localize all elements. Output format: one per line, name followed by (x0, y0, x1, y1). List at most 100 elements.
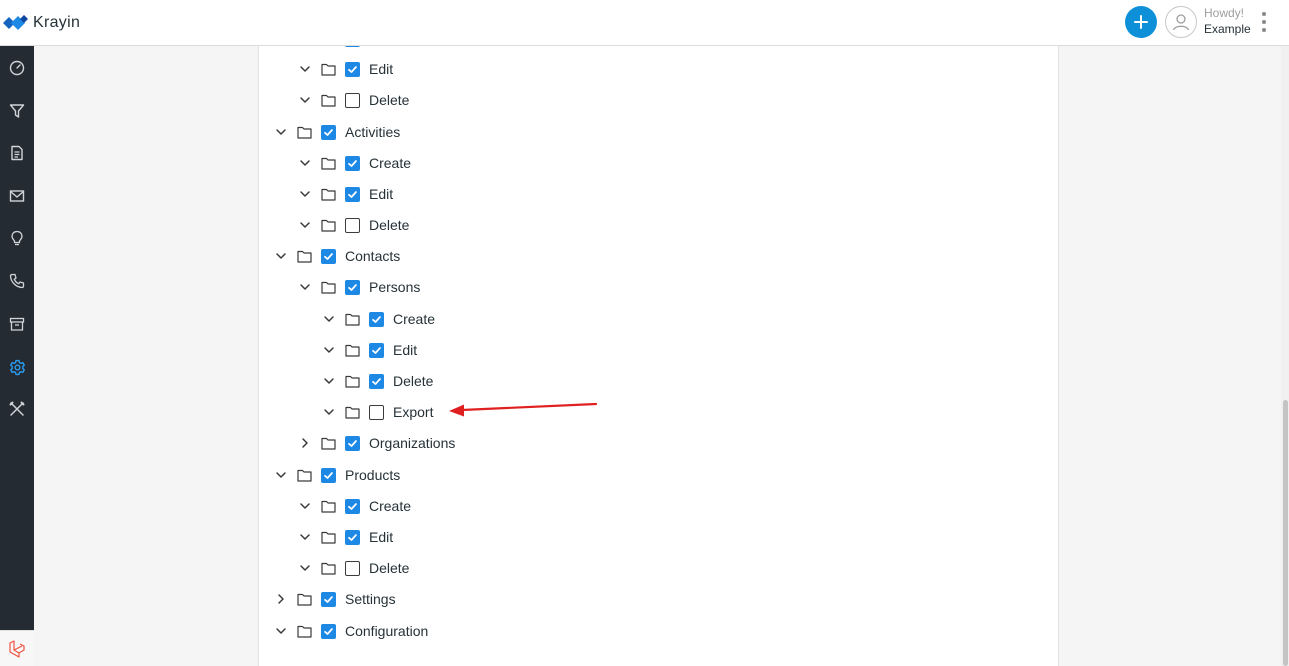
permission-checkbox[interactable] (321, 591, 336, 607)
permission-checkbox[interactable] (345, 279, 360, 295)
user-avatar[interactable] (1165, 6, 1197, 38)
top-bar: Krayin Howdy! Example (0, 0, 1289, 46)
chevron-down-icon[interactable] (298, 187, 312, 201)
tree-node: Create (298, 495, 411, 517)
folder-icon (321, 93, 337, 107)
tree-node-label[interactable]: Delete (393, 373, 433, 389)
greeting-text: Howdy! (1204, 6, 1245, 20)
tree-node-label[interactable]: Activities (345, 124, 400, 140)
tree-node-label[interactable]: Delete (369, 560, 409, 576)
folder-icon (297, 592, 313, 606)
app-name: Krayin (33, 14, 81, 31)
laravel-badge (0, 630, 34, 666)
tree-node-label[interactable]: Create (393, 311, 435, 327)
app-logo[interactable]: Krayin (3, 11, 80, 35)
tree-node-label[interactable]: Edit (369, 186, 393, 202)
krayin-logo-icon (3, 15, 28, 30)
scrollbar-thumb[interactable] (1283, 400, 1288, 666)
chevron-down-icon[interactable] (298, 561, 312, 575)
permission-checkbox[interactable] (345, 435, 360, 451)
sidebar-item-leads[interactable] (0, 94, 34, 128)
permission-checkbox[interactable] (369, 311, 384, 327)
permission-checkbox[interactable] (321, 124, 336, 140)
tree-node: Products (274, 464, 400, 486)
sidebar-item-quotes[interactable] (0, 136, 34, 170)
tree-node: Delete (322, 370, 433, 392)
tree-node-label[interactable]: Settings (345, 591, 396, 607)
tree-node-label[interactable]: Export (393, 404, 433, 420)
quick-add-button[interactable] (1125, 6, 1157, 38)
chevron-down-icon[interactable] (298, 499, 312, 513)
sidebar-item-settings[interactable] (0, 350, 34, 384)
permission-checkbox[interactable] (345, 560, 360, 576)
tree-node-label[interactable]: Contacts (345, 248, 400, 264)
permission-checkbox[interactable] (345, 498, 360, 514)
permission-checkbox[interactable] (345, 61, 360, 77)
chevron-down-icon[interactable] (298, 156, 312, 170)
chevron-down-icon[interactable] (322, 343, 336, 357)
chevron-down-icon[interactable] (274, 624, 288, 638)
sidebar-item-products[interactable] (0, 307, 34, 341)
tree-node: Edit (298, 526, 393, 548)
chevron-down-icon[interactable] (298, 280, 312, 294)
sidebar-item-activities[interactable] (0, 221, 34, 255)
tree-node-label[interactable]: Create (369, 155, 411, 171)
folder-icon (297, 468, 313, 482)
tree-node-label[interactable]: Edit (369, 61, 393, 77)
folder-icon (345, 405, 361, 419)
laravel-logo-icon (9, 639, 25, 658)
folder-icon (345, 312, 361, 326)
chevron-down-icon[interactable] (274, 125, 288, 139)
folder-icon (321, 530, 337, 544)
chevron-down-icon[interactable] (322, 374, 336, 388)
sidebar-item-contacts[interactable] (0, 264, 34, 298)
tree-node: Edit (298, 183, 393, 205)
permission-checkbox[interactable] (321, 467, 336, 483)
chevron-down-icon[interactable] (298, 62, 312, 76)
chevron-down-icon[interactable] (298, 93, 312, 107)
sidebar-item-mail[interactable] (0, 179, 34, 213)
chevron-down-icon[interactable] (298, 530, 312, 544)
permission-checkbox[interactable] (345, 186, 360, 202)
tree-node-label[interactable]: Create (369, 498, 411, 514)
tree-node-label[interactable]: Configuration (345, 623, 428, 639)
folder-icon (345, 343, 361, 357)
chevron-down-icon[interactable] (298, 218, 312, 232)
tree-node-label[interactable]: Delete (369, 92, 409, 108)
tree-node-label[interactable]: Delete (369, 217, 409, 233)
permission-checkbox[interactable] (345, 155, 360, 171)
folder-icon (297, 125, 313, 139)
permission-checkbox[interactable] (369, 342, 384, 358)
tree-node: Create (298, 152, 411, 174)
permission-checkbox[interactable] (345, 92, 360, 108)
document-icon (11, 145, 23, 161)
permission-checkbox[interactable] (345, 217, 360, 233)
phone-icon (9, 273, 25, 289)
permission-checkbox[interactable] (321, 623, 336, 639)
tree-node-label[interactable]: Edit (369, 529, 393, 545)
tree-node-label[interactable]: Organizations (369, 435, 455, 451)
tree-node-label[interactable]: Products (345, 467, 400, 483)
chevron-down-icon[interactable] (322, 312, 336, 326)
tree-node-label[interactable]: Edit (393, 342, 417, 358)
folder-icon (321, 280, 337, 294)
chevron-down-icon[interactable] (274, 468, 288, 482)
folder-icon (321, 62, 337, 76)
permission-checkbox[interactable] (345, 529, 360, 545)
chevron-down-icon[interactable] (322, 405, 336, 419)
sidebar-item-configuration[interactable] (0, 392, 34, 426)
sidebar-item-dashboard[interactable] (0, 51, 34, 85)
permission-checkbox[interactable] (369, 373, 384, 389)
tree-node: Activities (274, 121, 400, 143)
chevron-right-icon[interactable] (274, 592, 288, 606)
chevron-right-icon[interactable] (298, 436, 312, 450)
tree-node-label[interactable]: Persons (369, 279, 420, 295)
tree-node: Delete (298, 214, 409, 236)
permission-checkbox[interactable] (321, 248, 336, 264)
more-options-icon[interactable] (1256, 10, 1272, 34)
chevron-down-icon[interactable] (274, 249, 288, 263)
mail-icon (9, 190, 25, 202)
permission-checkbox[interactable] (369, 404, 384, 420)
user-name[interactable]: Example (1204, 22, 1251, 36)
tools-icon (9, 401, 25, 416)
